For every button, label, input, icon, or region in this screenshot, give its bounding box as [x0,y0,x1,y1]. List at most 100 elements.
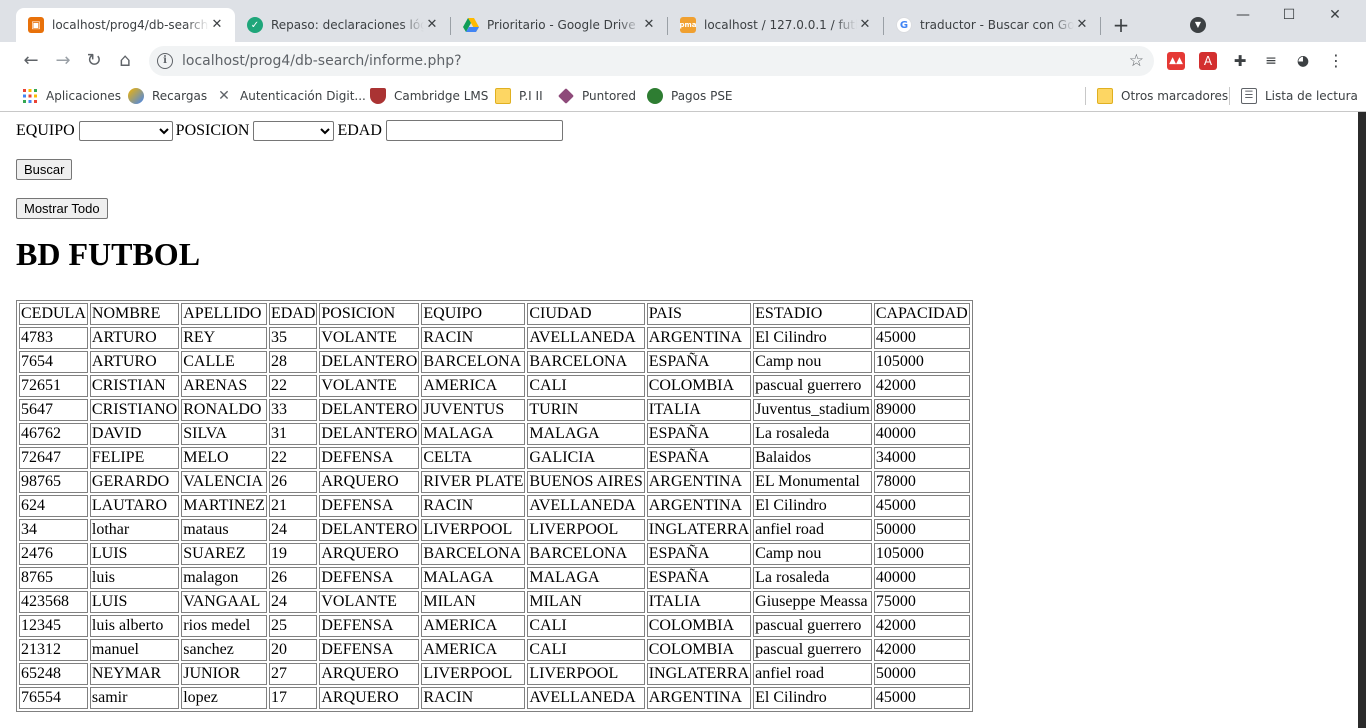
table-cell: 12345 [19,615,88,637]
table-cell: COLOMBIA [646,615,752,637]
tab-phpmyadmin[interactable]: pma localhost / 127.0.0.1 / futbol ✕ [668,8,883,42]
close-icon[interactable]: ✕ [1074,17,1090,33]
table-cell: 24 [268,519,318,541]
forward-arrow-icon[interactable]: → [51,49,75,73]
table-cell: AMERICA [421,375,526,397]
table-cell: DEFENSA [319,639,420,661]
url-text[interactable]: localhost/prog4/db-search/informe.php? [182,53,462,69]
bookmark-label: Lista de lectura [1265,89,1358,103]
menu-kebab-icon[interactable]: ⋮ [1327,52,1345,70]
table-row: 76554 samir lopez 17 ARQUERO RACIN AVELLANEDA A… [19,687,970,709]
bookmark-star-icon[interactable]: ☆ [1129,51,1144,71]
bookmark-pi[interactable]: P.I II [495,87,543,105]
close-icon[interactable]: ✕ [424,17,440,33]
tab-title: Repaso: declaraciones lógicas [271,18,424,32]
new-tab-button[interactable]: + [1110,14,1132,36]
edad-input[interactable] [385,120,563,141]
reading-list[interactable]: ☰ Lista de lectura [1241,87,1358,105]
table-cell: VOLANTE [319,375,420,397]
media-control-icon[interactable]: ≡ [1262,52,1280,70]
close-icon[interactable]: ✕ [209,17,225,33]
close-icon[interactable]: ✕ [641,17,657,33]
table-cell: EL Monumental [753,471,872,493]
phpmyadmin-icon: pma [679,17,697,33]
table-cell: INGLATERRA [646,663,752,685]
table-cell: MALAGA [527,567,645,589]
table-cell: 7654 [19,351,88,373]
bookmark-label: Cambridge LMS [394,89,489,103]
bookmark-aplicaciones[interactable]: Aplicaciones [22,87,121,105]
close-icon[interactable]: ✕ [857,17,873,33]
search-button[interactable]: Buscar [16,159,73,180]
table-cell: 8765 [19,567,88,589]
course-favicon-icon: ✓ [247,17,263,33]
table-row: 624 LAUTARO MARTINEZ 21 DEFENSA RACIN AVELLANE… [19,495,970,517]
table-cell: GERARDO [89,471,180,493]
bookmark-otros[interactable]: Otros marcadores [1097,87,1228,105]
table-cell: anfiel road [753,519,872,541]
table-cell: Juventus_stadium [753,399,872,421]
show-all-button[interactable]: Mostrar Todo [16,198,108,219]
home-icon[interactable]: ⌂ [113,49,137,73]
reload-icon[interactable]: ↻ [82,49,106,73]
table-cell: 17 [268,687,318,709]
minimize-button[interactable]: — [1220,0,1266,30]
bookmark-pse[interactable]: Pagos PSE [647,87,733,105]
table-cell: VANGAAL [181,591,267,613]
table-cell: 4783 [19,327,88,349]
table-cell: 40000 [873,423,970,445]
table-header-row: CEDULA NOMBRE APELLIDO EDAD POSICION EQUIPO CI… [19,303,970,325]
table-row: 5647 CRISTIANO RONALDO 33 DELANTERO JUVENTUS T… [19,399,970,421]
table-cell: DELANTERO [319,399,420,421]
table-cell: 19 [268,543,318,565]
bookmark-cambridge[interactable]: Cambridge LMS [370,87,488,105]
close-window-button[interactable]: ✕ [1312,0,1358,30]
address-bar[interactable]: i localhost/prog4/db-search/informe.php?… [149,46,1154,76]
table-cell: VOLANTE [319,327,420,349]
equipo-select[interactable] [78,120,173,141]
table-cell: ARQUERO [319,663,420,685]
tab-search-icon[interactable]: ▼ [1190,17,1206,33]
table-cell: 34000 [873,447,970,469]
table-cell: BARCELONA [421,543,526,565]
posicion-select[interactable] [253,120,335,141]
table-cell: 105000 [873,543,970,565]
table-cell: El Cilindro [753,495,872,517]
table-cell: 33 [268,399,318,421]
pdf-icon[interactable]: A [1199,52,1217,70]
tab-strip: ▣ localhost/prog4/db-search/informe.php … [0,0,1366,42]
bookmark-label: Recargas [152,89,208,103]
bookmark-label: Pagos PSE [671,89,733,103]
table-cell: MARTINEZ [181,495,267,517]
table-cell: anfiel road [753,663,872,685]
info-icon[interactable]: i [157,53,173,69]
tab-drive[interactable]: Prioritario - Google Drive ✕ [451,8,667,42]
scrollbar[interactable] [1358,112,1366,728]
google-drive-icon [463,17,479,33]
equipo-label: EQUIPO [16,121,75,139]
table-cell: lothar [89,519,180,541]
table-cell: LUIS [89,543,180,565]
profile-icon[interactable]: ◕ [1294,52,1312,70]
tab-informe[interactable]: ▣ localhost/prog4/db-search/informe.php … [16,8,235,42]
tab-repaso[interactable]: ✓ Repaso: declaraciones lógicas ✕ [235,8,450,42]
bookmark-recargas[interactable]: Recargas [128,87,207,105]
bookmark-autenticacion[interactable]: ✕ Autenticación Digit... [216,87,366,105]
bookmark-puntored[interactable]: Puntored [558,87,636,105]
table-row: 72647 FELIPE MELO 22 DEFENSA CELTA GALICIA ESPA… [19,447,970,469]
table-cell: MALAGA [421,567,526,589]
back-arrow-icon[interactable]: ← [19,49,43,73]
table-row: 21312 manuel sanchez 20 DEFENSA AMERICA CALI CO… [19,639,970,661]
table-cell: JUVENTUS [421,399,526,421]
folder-icon [1097,88,1113,104]
puntored-icon [558,88,574,104]
table-cell: CRISTIAN [89,375,180,397]
tab-traductor[interactable]: G traductor - Buscar con Google ✕ [884,8,1100,42]
tab-title: Prioritario - Google Drive [487,18,636,32]
extensions-puzzle-icon[interactable]: ✚ [1231,52,1249,70]
table-cell: 2476 [19,543,88,565]
table-row: 46762 DAVID SILVA 31 DELANTERO MALAGA MALAGA ES… [19,423,970,445]
extension-red-icon[interactable]: ▲▲ [1167,52,1185,70]
maximize-button[interactable]: ☐ [1266,0,1312,30]
table-row: 8765 luis malagon 26 DEFENSA MALAGA MALAGA ESPA… [19,567,970,589]
